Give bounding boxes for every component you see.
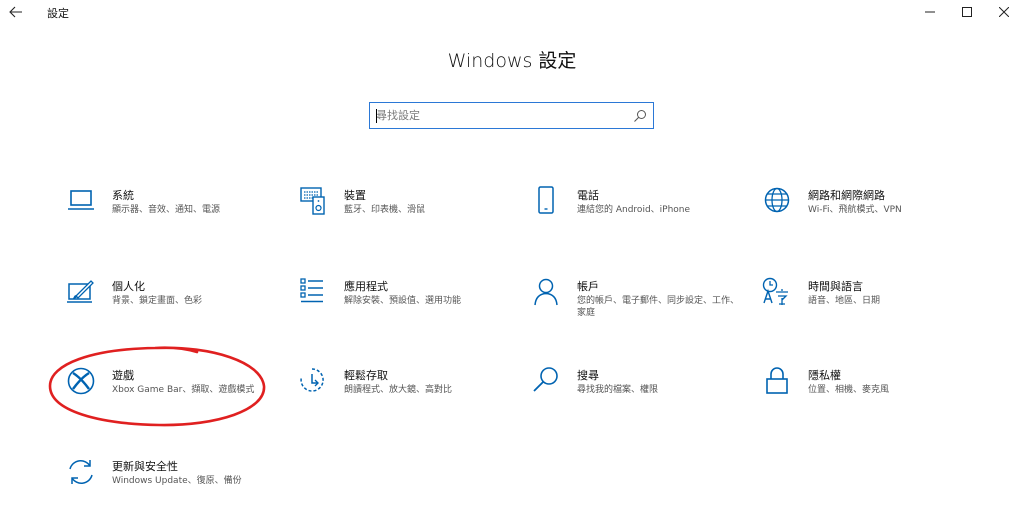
apps-list-icon [300, 278, 323, 303]
lock-icon [766, 367, 788, 394]
tile-search[interactable]: 搜尋 尋找我的檔案、權限 [531, 366, 751, 428]
text-caret [376, 109, 377, 123]
tile-name: 帳戶 [577, 280, 599, 293]
tile-description: 解除安裝、預設值、選用功能 [344, 296, 462, 306]
update-sync-icon [69, 460, 93, 484]
tile-description: 您的帳戶、電子郵件、同步設定、工作、家庭 [577, 296, 740, 318]
tile-name: 網路和網際網路 [808, 189, 885, 202]
tile-description: 連結您的 Android、iPhone [577, 205, 691, 215]
tile-description: 背景、鎖定畫面、色彩 [112, 296, 203, 306]
app-title: 設定 [47, 7, 69, 20]
globe-icon [764, 187, 790, 213]
person-icon [534, 278, 558, 306]
time-language-icon [762, 277, 788, 305]
tile-description: Windows Update、復原、備份 [112, 476, 242, 486]
tile-name: 時間與語言 [808, 280, 863, 293]
tile-name: 個人化 [112, 280, 145, 293]
tile-update-security[interactable]: 更新與安全性 Windows Update、復原、備份 [66, 457, 286, 519]
tile-ease-of-access[interactable]: 輕鬆存取 朗讀程式、放大鏡、高對比 [298, 366, 518, 428]
tile-name: 搜尋 [577, 369, 599, 382]
search-magnifier-icon [533, 367, 558, 392]
xbox-icon [67, 367, 95, 395]
devices-icon [300, 187, 325, 215]
tile-personalization[interactable]: 個人化 背景、鎖定畫面、色彩 [66, 277, 286, 339]
page-title: Windows 設定 [447, 50, 577, 72]
tile-time-language[interactable]: 時間與語言 語音、地區、日期 [762, 277, 982, 339]
tile-gaming[interactable]: 遊戲 Xbox Game Bar、擷取、遊戲模式 [66, 366, 286, 428]
tile-description: 位置、相機、麥克風 [808, 385, 890, 395]
tile-system[interactable]: 系統 顯示器、音效、通知、電源 [66, 186, 286, 248]
tile-description: 顯示器、音效、通知、電源 [112, 205, 221, 215]
tile-network[interactable]: 網路和網際網路 Wi-Fi、飛航模式、VPN [762, 186, 982, 248]
tile-privacy[interactable]: 隱私權 位置、相機、麥克風 [762, 366, 982, 428]
tile-apps[interactable]: 應用程式 解除安裝、預設值、選用功能 [298, 277, 518, 339]
search-box[interactable] [369, 102, 654, 129]
ease-of-access-icon [300, 368, 324, 392]
minimize-button[interactable] [912, 0, 948, 24]
close-icon [999, 7, 1009, 17]
tile-devices[interactable]: 裝置 藍牙、印表機、滑鼠 [298, 186, 518, 248]
back-arrow-icon [9, 6, 22, 18]
tile-name: 隱私權 [808, 369, 841, 382]
back-button[interactable] [4, 2, 28, 22]
maximize-icon [962, 7, 972, 17]
minimize-icon [925, 11, 935, 13]
tile-name: 遊戲 [112, 369, 134, 382]
tile-description: 朗讀程式、放大鏡、高對比 [344, 385, 453, 395]
maximize-button[interactable] [949, 0, 985, 24]
close-button[interactable] [986, 0, 1022, 24]
tile-description: 尋找我的檔案、權限 [577, 385, 659, 395]
tile-description: 語音、地區、日期 [808, 296, 881, 306]
tile-name: 電話 [577, 189, 599, 202]
tile-name: 更新與安全性 [112, 460, 178, 473]
laptop-icon [68, 190, 94, 210]
title-bar: 設定 [0, 0, 1024, 26]
tile-phone[interactable]: 電話 連結您的 Android、iPhone [531, 186, 751, 248]
tile-accounts[interactable]: 帳戶 您的帳戶、電子郵件、同步設定、工作、家庭 [531, 277, 751, 339]
tile-name: 應用程式 [344, 280, 388, 293]
phone-icon [538, 186, 554, 214]
tile-description: 藍牙、印表機、滑鼠 [344, 205, 426, 215]
tile-name: 輕鬆存取 [344, 369, 388, 382]
personalization-icon [67, 280, 94, 303]
tile-name: 系統 [112, 189, 134, 202]
tile-name: 裝置 [344, 189, 366, 202]
search-icon[interactable] [633, 109, 647, 123]
search-input[interactable] [376, 106, 626, 125]
tile-description: Wi-Fi、飛航模式、VPN [808, 205, 902, 215]
tile-description: Xbox Game Bar、擷取、遊戲模式 [112, 385, 255, 395]
